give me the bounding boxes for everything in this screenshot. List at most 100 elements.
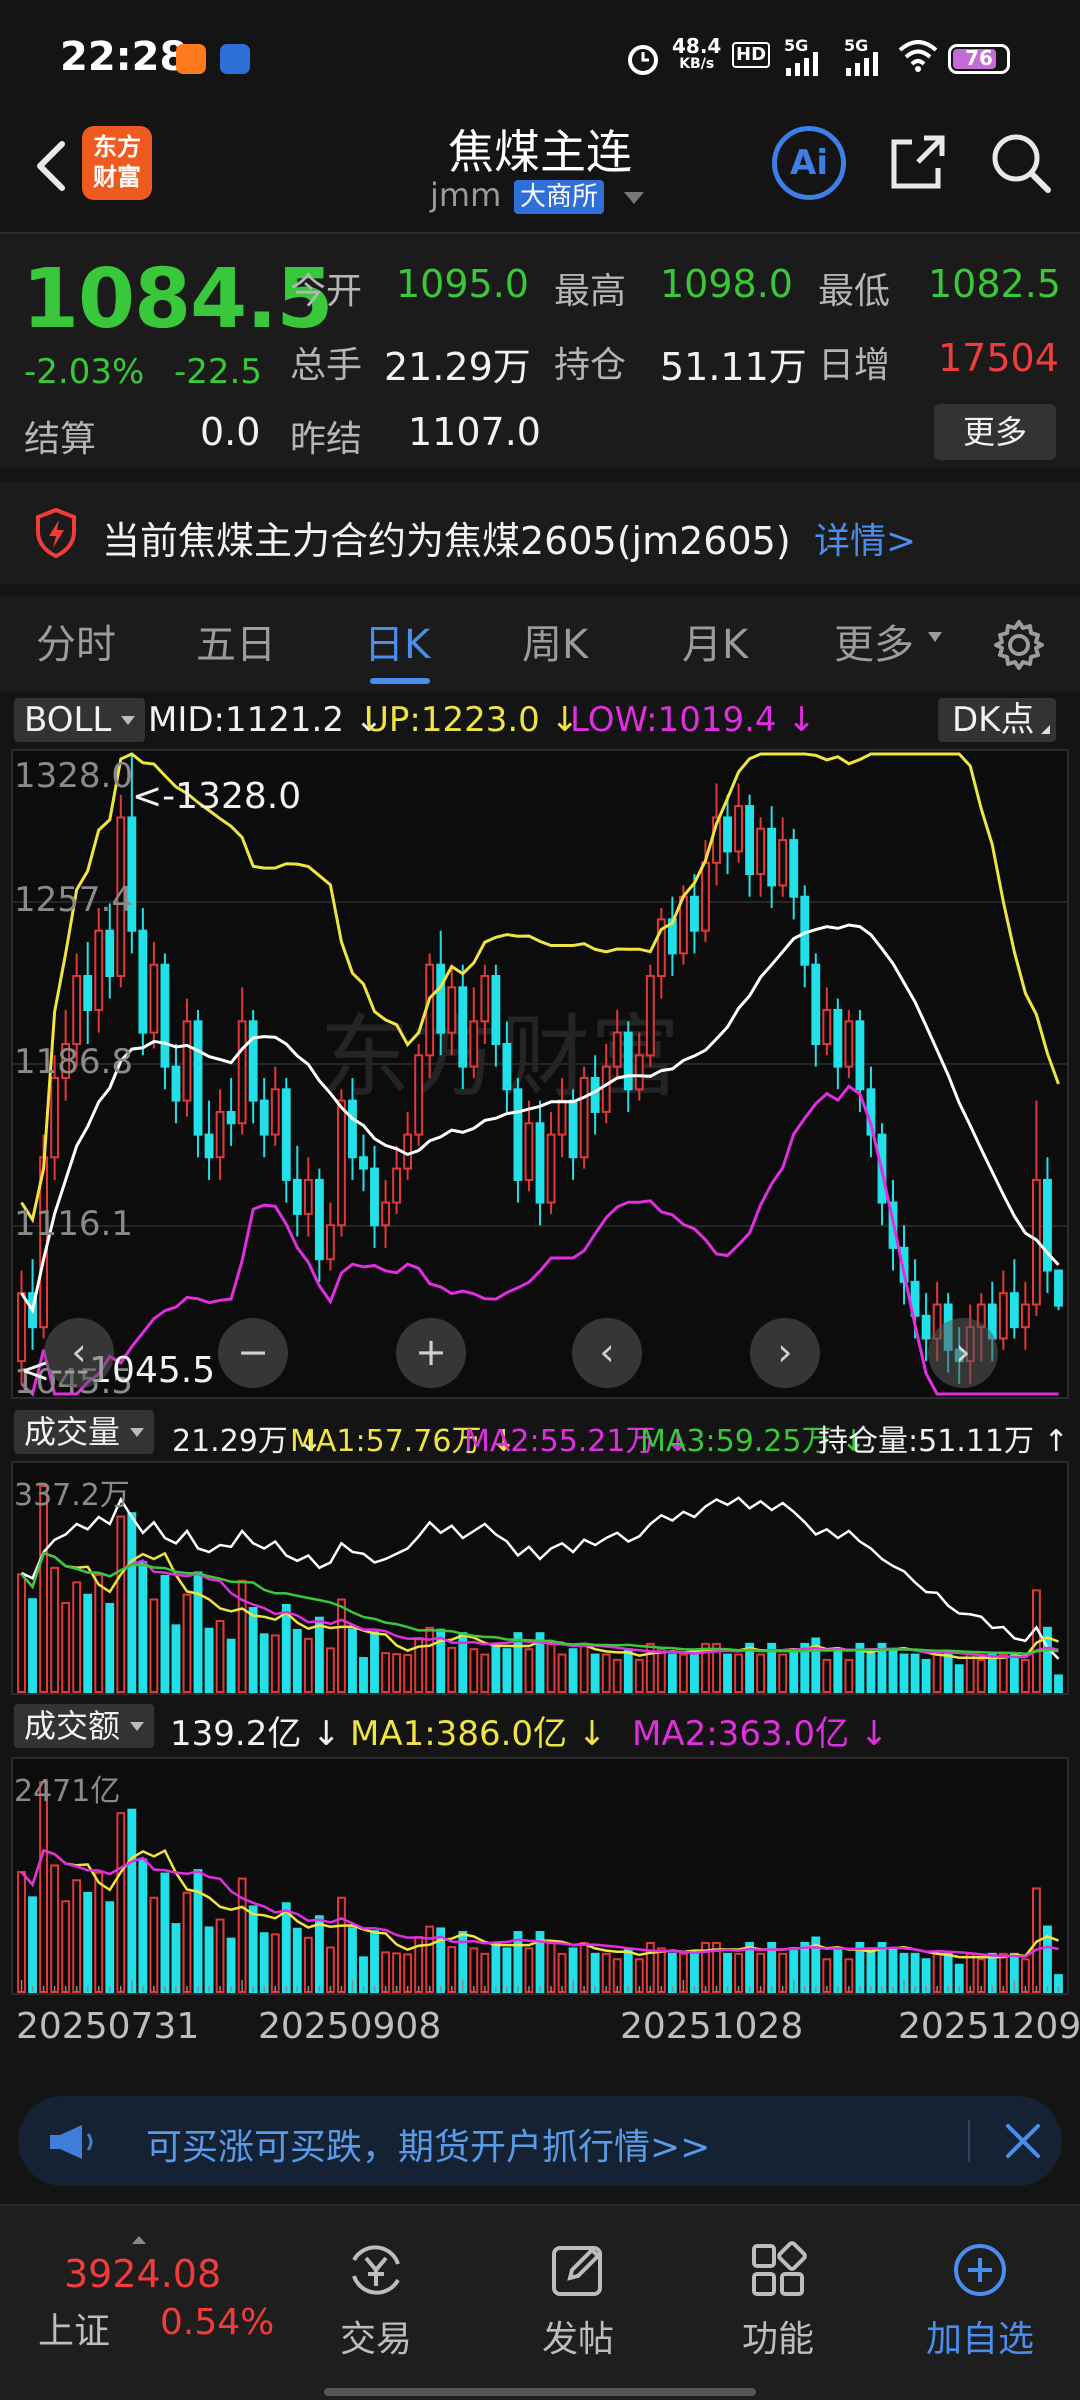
candle-body	[105, 929, 115, 978]
more-button[interactable]: 更多	[934, 404, 1056, 460]
amount-indicator-select[interactable]: 成交额	[14, 1704, 155, 1748]
tab-daily-k[interactable]: 日K	[364, 612, 430, 670]
last-price: 1084.5	[22, 252, 333, 347]
close-icon[interactable]	[1002, 2120, 1044, 2162]
x-axis-date: 20251028	[620, 2006, 804, 2047]
volume-bar	[568, 1648, 578, 1693]
ad-text[interactable]: 可买涨可买跌，期货开户抓行情>>	[146, 2118, 710, 2170]
amount-bar	[325, 1946, 335, 1994]
amount-bar	[193, 1869, 203, 1993]
status-time: 22:28	[60, 34, 188, 80]
battery-icon: 76	[948, 44, 1010, 74]
gear-icon[interactable]	[992, 618, 1046, 672]
index-change[interactable]: 0.54%	[160, 2302, 274, 2343]
candle-body	[1009, 1292, 1019, 1329]
amount-bar	[160, 1872, 170, 1993]
volume-bar	[138, 1560, 148, 1693]
amount-bar	[579, 1941, 589, 1994]
volume-bar	[480, 1653, 490, 1693]
scroll-left-button[interactable]: ‹	[572, 1318, 642, 1388]
amount-bar	[469, 1947, 479, 1993]
volume-bar	[469, 1648, 479, 1693]
volume-bar	[932, 1653, 942, 1693]
index-name[interactable]: 上证	[38, 2302, 110, 2354]
candle-body	[1054, 1269, 1063, 1307]
tab-more[interactable]: 更多	[834, 612, 914, 670]
exchange-badge[interactable]: 大商所	[514, 180, 605, 214]
trade-icon	[352, 2245, 400, 2295]
share-icon[interactable]	[882, 128, 952, 198]
candle-body	[601, 1065, 611, 1113]
zoom-in-button[interactable]: +	[396, 1318, 466, 1388]
candle-body	[138, 929, 148, 1034]
volume-bar	[204, 1627, 214, 1693]
volume-bar	[601, 1653, 611, 1693]
low-label: 最低	[818, 271, 891, 312]
volume-chart[interactable]	[0, 1460, 1080, 1696]
ai-assistant-button[interactable]: Ai	[772, 126, 846, 200]
candle-body	[248, 1020, 258, 1102]
y-axis-label: 1257.4	[14, 880, 133, 920]
volume-bar	[590, 1653, 600, 1693]
volume-bar	[557, 1653, 567, 1693]
amount-chart[interactable]	[0, 1756, 1080, 1996]
volume-bar	[72, 1581, 82, 1693]
candle-body	[237, 1020, 247, 1125]
candle-body	[149, 963, 159, 1034]
candle-body	[612, 1031, 622, 1068]
scroll-right-button[interactable]: ›	[750, 1318, 820, 1388]
notice-details-link[interactable]: 详情>	[814, 512, 916, 564]
amount-bar	[546, 1941, 556, 1994]
candle-body	[645, 975, 655, 1057]
main-indicator-select[interactable]: BOLL	[14, 698, 146, 742]
candle-body	[204, 1133, 214, 1159]
battery-level: 76	[965, 46, 993, 70]
tab-monthly-k[interactable]: 月K	[682, 612, 748, 670]
tab-five-day[interactable]: 五日	[196, 612, 276, 670]
volume-bar	[292, 1628, 302, 1693]
scroll-right-far-button[interactable]: ›	[928, 1318, 998, 1388]
prev-settle-label: 昨结	[290, 419, 363, 460]
nav-functions[interactable]: 功能	[708, 2236, 848, 2386]
tab-weekly-k[interactable]: 周K	[522, 612, 588, 670]
volume-bar	[524, 1648, 534, 1693]
chevron-up-icon[interactable]	[132, 2236, 146, 2244]
nav-post[interactable]: 发帖	[508, 2236, 648, 2386]
search-icon[interactable]	[986, 128, 1056, 198]
dk-signal-button[interactable]: DK点	[938, 698, 1057, 742]
candle-body	[844, 1020, 854, 1068]
nav-add-watchlist[interactable]: 加自选	[910, 2236, 1050, 2386]
volume-bar	[149, 1598, 159, 1693]
volume-bar	[359, 1657, 368, 1693]
tab-intraday[interactable]: 分时	[36, 612, 116, 670]
candle-body	[325, 1224, 335, 1261]
active-tab-indicator	[370, 678, 430, 684]
scroll-left-far-button[interactable]: ‹	[44, 1318, 114, 1388]
signal-1-icon	[786, 52, 818, 76]
volume-bar	[1020, 1658, 1030, 1693]
header: 东方 财富 焦煤主连 jmm 大商所 Ai	[0, 110, 1080, 230]
volume-bar	[226, 1638, 236, 1693]
hd-badge: HD	[732, 42, 771, 68]
boll-up-value: UP:1223.0 ↓	[364, 700, 580, 740]
home-indicator[interactable]	[324, 2388, 756, 2396]
nav-trade[interactable]: 交易	[306, 2236, 446, 2386]
volume-bar	[789, 1648, 799, 1693]
chevron-down-icon[interactable]	[624, 192, 644, 204]
chevron-down-icon[interactable]	[928, 632, 942, 642]
volume-bar	[381, 1652, 390, 1693]
volume-bar	[105, 1602, 115, 1694]
volume-bar	[447, 1646, 457, 1694]
volume-y-label: 337.2万	[14, 1478, 130, 1513]
amount-bar	[502, 1947, 512, 1993]
candlestick-chart[interactable]: 东方财富	[0, 748, 1080, 1400]
zoom-out-button[interactable]: −	[218, 1318, 288, 1388]
futures-account-ad[interactable]: 可买涨可买跌，期货开户抓行情>>	[18, 2096, 1062, 2186]
notification-app-icon	[176, 44, 206, 74]
main-contract-notice[interactable]: 当前焦煤主力合约为焦煤2605(jm2605) 详情>	[0, 482, 1080, 584]
volume-bar	[281, 1603, 291, 1694]
volume-bar	[667, 1653, 677, 1693]
index-value[interactable]: 3924.08	[64, 2252, 221, 2296]
volume-value: 21.29万	[384, 345, 531, 389]
volume-indicator-select[interactable]: 成交量	[14, 1410, 155, 1454]
